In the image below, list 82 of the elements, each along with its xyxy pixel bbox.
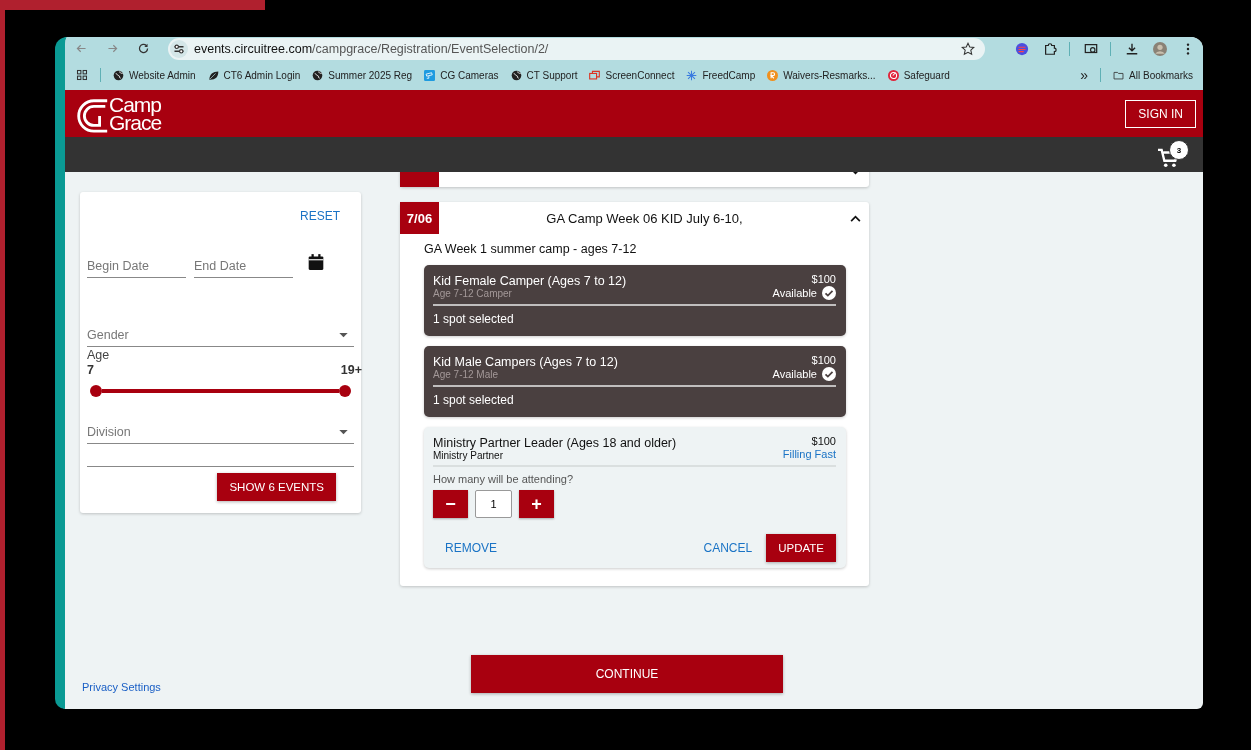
quantity-question: How many will be attending? [433, 473, 575, 485]
star-icon[interactable] [961, 41, 975, 56]
decrement-button[interactable]: − [433, 490, 468, 518]
screen-search-icon[interactable] [1084, 41, 1098, 56]
remove-button[interactable]: REMOVE [443, 539, 499, 557]
bookmark[interactable]: Waivers-Resmarks... [767, 69, 876, 81]
dropdown-caret-icon [339, 429, 348, 435]
cart-count-badge: 3 [1169, 140, 1189, 160]
leaf-icon [207, 69, 219, 81]
privacy-settings-link[interactable]: Privacy Settings [65, 681, 471, 693]
event-description: GA Week 1 summer camp - ages 7-12 [424, 242, 638, 256]
target-icon [887, 69, 899, 81]
availability-status: Available [772, 287, 817, 299]
sign-in-button[interactable]: SIGN IN [1125, 99, 1196, 128]
age-value: 19+ [340, 363, 362, 377]
calendar-icon[interactable] [307, 252, 325, 272]
site-settings-icon [170, 39, 188, 58]
ticket-name: Kid Female Camper (Ages 7 to 12) [433, 274, 627, 288]
apps-icon[interactable] [76, 69, 88, 81]
check-circle-icon [822, 367, 836, 381]
continue-button[interactable]: CONTINUE [471, 654, 783, 693]
chevron-up-icon[interactable] [850, 214, 861, 222]
snowflake-icon [686, 69, 698, 81]
camera-icon [424, 69, 436, 81]
begin-date-field[interactable]: Begin Date [87, 255, 186, 278]
reload-icon[interactable] [137, 42, 150, 55]
ticket-name: Ministry Partner Leader (Ages 18 and older) [433, 436, 677, 450]
download-icon[interactable] [1125, 41, 1139, 56]
ticket-subtitle: Age 7-12 Male [433, 369, 500, 380]
puzzle-icon[interactable] [1043, 41, 1057, 56]
folder-icon [1113, 69, 1125, 81]
reset-button[interactable]: RESET [298, 207, 342, 225]
ticket-name: Kid Male Campers (Ages 7 to 12) [433, 355, 618, 369]
more-bookmarks-button[interactable]: » [1080, 67, 1089, 83]
all-bookmarks-button[interactable]: All Bookmarks [1113, 69, 1193, 81]
ticket-subtitle: Age 7-12 Camper [433, 288, 513, 299]
cart-icon[interactable] [1157, 148, 1179, 168]
availability-status: Available [772, 368, 817, 380]
selection-summary: 1 spot selected [433, 312, 515, 328]
slider-thumb[interactable] [90, 385, 102, 397]
show-events-button[interactable]: SHOW 6 EVENTS [217, 473, 336, 501]
ticket-subtitle: Ministry Partner [433, 450, 504, 461]
increment-button[interactable]: + [519, 490, 554, 518]
end-date-field[interactable]: End Date [194, 255, 293, 278]
price: $100 [810, 354, 836, 366]
division-select[interactable]: Division [87, 421, 354, 444]
globe-icon [312, 69, 324, 81]
age-label: Age [87, 348, 111, 362]
bookmark[interactable]: Summer 2025 Reg [312, 69, 413, 81]
bookmark[interactable]: FreedCamp [686, 69, 756, 81]
dropdown-caret-icon [339, 332, 348, 338]
address-bar[interactable]: events.circuitree.com/campgrace/Registration/EventSelection/2/ [168, 37, 985, 60]
windows-icon [589, 69, 601, 81]
check-circle-icon [822, 286, 836, 300]
logo-text: Camp Grace [109, 95, 162, 132]
bookmark[interactable]: CT Support [510, 69, 578, 81]
slider-thumb[interactable] [339, 385, 351, 397]
avatar-icon[interactable] [1153, 41, 1167, 56]
availability-status: Filling Fast [782, 448, 836, 460]
price: $100 [810, 273, 836, 285]
ticket-card[interactable]: Ministry Partner Leader (Ages 18 and older) Ministry Partner $100 Filling Fast How many will be attending? − 1 + REMOVE CANCEL UPDATE [424, 427, 846, 568]
age-value: 7 [87, 363, 94, 377]
round-badge-icon [767, 69, 779, 81]
bookmark[interactable]: Safeguard [887, 69, 950, 81]
url-text: events.circuitree.com/campgrace/Registration/EventSelection/2/ [194, 41, 550, 56]
quantity-field[interactable]: 1 [475, 490, 512, 518]
event-title: GA Camp Week 06 KID July 6-10, [545, 210, 744, 226]
extension-icon[interactable] [1015, 41, 1029, 56]
globe-icon [510, 69, 522, 81]
ticket-card[interactable]: Kid Female Camper (Ages 7 to 12) Age 7-12 Camper $100 Available 1 spot selected [424, 265, 846, 336]
bookmark[interactable]: Website Admin [113, 69, 196, 81]
globe-icon [113, 69, 124, 81]
update-button[interactable]: UPDATE [766, 534, 836, 562]
bookmark[interactable]: CG Cameras [424, 69, 499, 81]
cancel-button[interactable]: CANCEL [701, 539, 755, 557]
bookmark[interactable]: CT6 Admin Login [207, 69, 301, 81]
price: $100 [810, 435, 836, 447]
ticket-card[interactable]: Kid Male Campers (Ages 7 to 12) Age 7-12 Male $100 Available 1 spot selected [424, 346, 846, 417]
bookmark[interactable]: ScreenConnect [589, 69, 675, 81]
selection-summary: 1 spot selected [433, 393, 515, 409]
gender-select[interactable]: Gender [87, 324, 354, 347]
date-badge: 7/06 [400, 202, 439, 234]
